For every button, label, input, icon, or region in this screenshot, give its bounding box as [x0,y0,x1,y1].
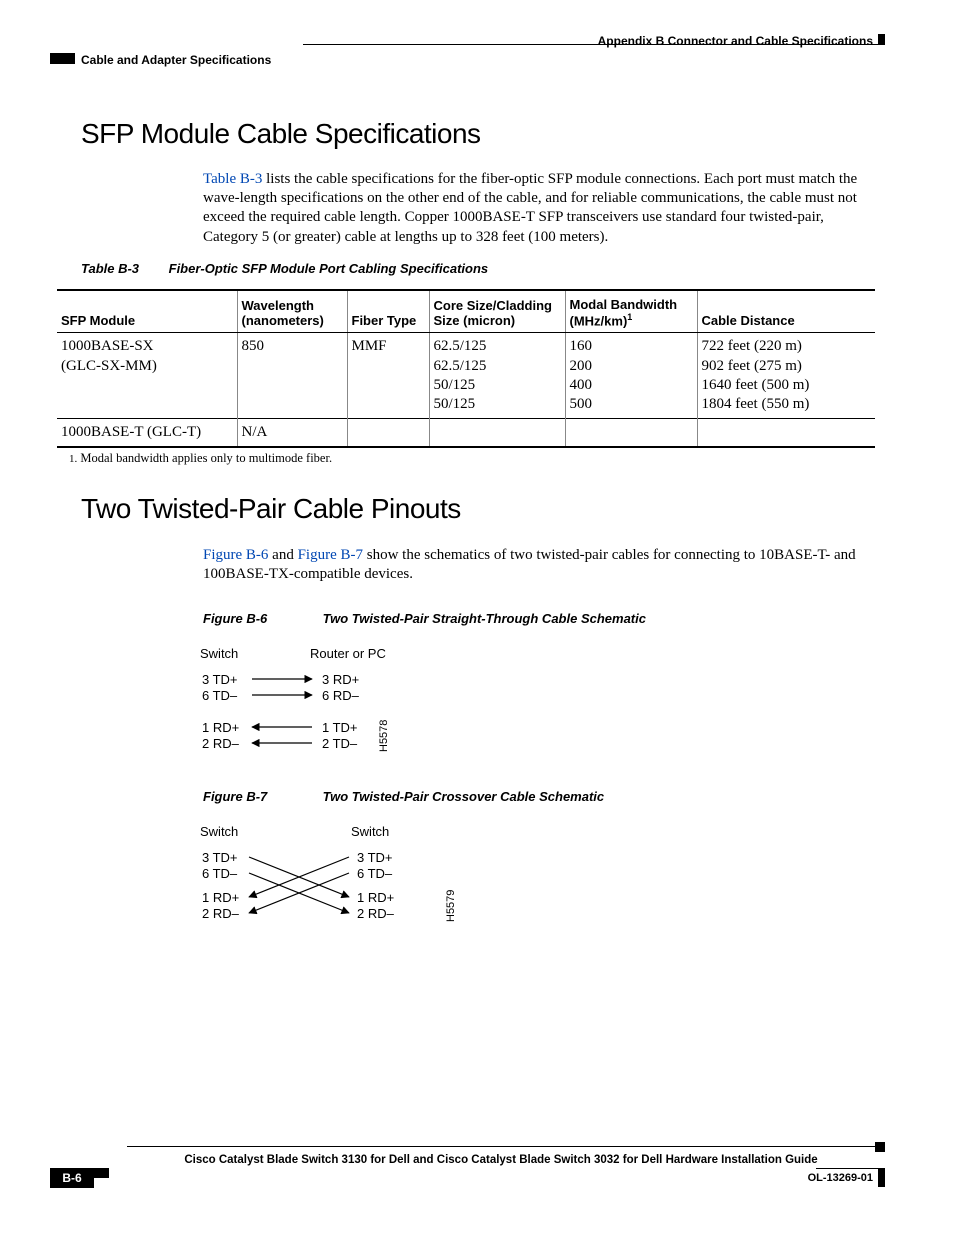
table-footnote: 1. Modal bandwidth applies only to multi… [69,451,332,466]
f7-l1: 3 TD+ [202,850,238,865]
table-sfp-spec: SFP Module Wavelength (nanometers) Fiber… [57,289,875,448]
cell-core [429,419,565,448]
running-header-right: Appendix B Connector and Cable Specifica… [598,34,873,48]
th-module: SFP Module [57,290,237,333]
th-core: Core Size/Cladding Size (micron) [429,290,565,333]
table-header-row: SFP Module Wavelength (nanometers) Fiber… [57,290,875,333]
table-caption-num: Table B-3 [81,261,165,276]
footnote-num: 1. [69,453,77,465]
f7-code: H5579 [445,890,457,922]
link-figure-b7[interactable]: Figure B-7 [298,547,363,563]
figure-b7-title: Two Twisted-Pair Crossover Cable Schemat… [323,789,605,804]
cell-bw: 160 200 400 500 [565,333,697,419]
figure-b7-num: Figure B-7 [203,789,319,804]
f6-r4: 2 TD– [322,736,357,751]
link-figure-b6[interactable]: Figure B-6 [203,547,268,563]
f6-l1: 3 TD+ [202,672,238,687]
header-left-block [50,53,75,64]
footer-end-block [875,1142,885,1152]
para-sfp: Table B-3 lists the cable specifications… [203,170,873,247]
cell-module: 1000BASE-T (GLC-T) [57,419,237,448]
footer-doc-block [878,1168,885,1187]
th-fiber: Fiber Type [347,290,429,333]
header-end-block [878,34,885,45]
table-caption: Table B-3 Fiber-Optic SFP Module Port Ca… [81,261,488,276]
f6-r1: 3 RD+ [322,672,359,687]
link-table-b3[interactable]: Table B-3 [203,171,262,187]
f7-l2: 6 TD– [202,866,237,881]
f6-l2: 6 TD– [202,688,237,703]
footer-title: Cisco Catalyst Blade Switch 3130 for Del… [127,1154,875,1166]
cell-dist: 722 feet (220 m) 902 feet (275 m) 1640 f… [697,333,875,419]
f7-left-head: Switch [200,824,238,839]
f6-right-head: Router or PC [310,646,386,661]
f7-cross-icon [247,844,357,944]
footer-doc-rule [816,1168,885,1169]
cell-dist [697,419,875,448]
th-bandwidth: Modal Bandwidth (MHz/km)1 [565,290,697,333]
figure-b7-caption: Figure B-7 Two Twisted-Pair Crossover Ca… [203,789,604,804]
para-sfp-text: lists the cable specifications for the f… [203,171,857,245]
cell-fiber [347,419,429,448]
f6-r3: 1 TD+ [322,720,358,735]
para-twisted: Figure B-6 and Figure B-7 show the schem… [203,546,875,584]
f7-l3: 1 RD+ [202,890,239,905]
f6-l3: 1 RD+ [202,720,239,735]
footer-rule [127,1146,875,1147]
cell-core: 62.5/125 62.5/125 50/125 50/125 [429,333,565,419]
cell-fiber: MMF [347,333,429,419]
cell-wavelength: 850 [237,333,347,419]
table-caption-text: Fiber-Optic SFP Module Port Cabling Spec… [169,261,489,276]
f7-r1: 3 TD+ [357,850,393,865]
table-row: 1000BASE-T (GLC-T) N/A [57,419,875,448]
figure-b6-title: Two Twisted-Pair Straight-Through Cable … [323,611,646,626]
heading-sfp: SFP Module Cable Specifications [81,118,481,150]
footnote-text: Modal bandwidth applies only to multimod… [80,451,332,465]
page-number: B-6 [50,1168,94,1188]
running-header-left: Cable and Adapter Specifications [81,53,271,67]
table-row: 1000BASE-SX (GLC-SX-MM) 850 MMF 62.5/125… [57,333,875,419]
cell-bw [565,419,697,448]
th-wavelength: Wavelength (nanometers) [237,290,347,333]
f6-l4: 2 RD– [202,736,239,751]
f7-r3: 1 RD+ [357,890,394,905]
footer-doc-id: OL-13269-01 [808,1172,873,1184]
f7-r2: 6 TD– [357,866,392,881]
f6-left-head: Switch [200,646,238,661]
f6-arrows-icon [250,666,320,776]
cell-wavelength: N/A [237,419,347,448]
th-distance: Cable Distance [697,290,875,333]
f6-r2: 6 RD– [322,688,359,703]
figure-b6-num: Figure B-6 [203,611,319,626]
f7-right-head: Switch [351,824,389,839]
page: Appendix B Connector and Cable Specifica… [0,0,954,1235]
f6-code: H5578 [378,720,390,752]
heading-twisted-pair: Two Twisted-Pair Cable Pinouts [81,493,461,525]
f7-l4: 2 RD– [202,906,239,921]
cell-module: 1000BASE-SX (GLC-SX-MM) [57,333,237,419]
header-rule [303,44,885,45]
f7-r4: 2 RD– [357,906,394,921]
figure-b6-caption: Figure B-6 Two Twisted-Pair Straight-Thr… [203,611,646,626]
